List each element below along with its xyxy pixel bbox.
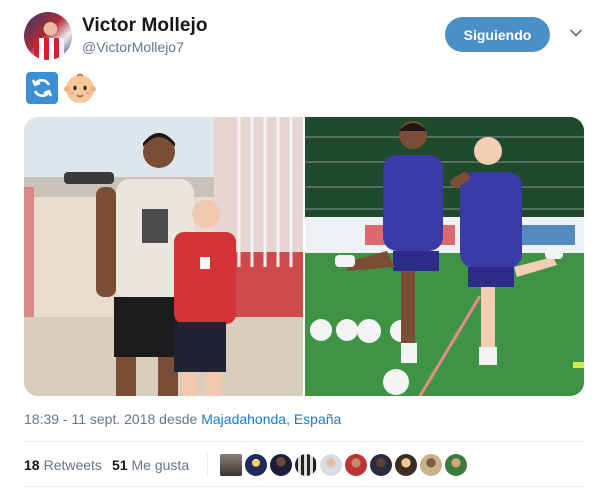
liker-avatar[interactable] bbox=[420, 454, 443, 476]
photo-boy-with-player[interactable] bbox=[24, 117, 303, 396]
liker-avatar[interactable] bbox=[220, 454, 243, 476]
tweet-header: Victor Mollejo @VictorMollejo7 Siguiendo bbox=[24, 12, 594, 62]
retweets-count: 18 bbox=[24, 457, 40, 473]
retweets-stat[interactable]: 18 Retweets bbox=[24, 457, 102, 473]
tweet-text bbox=[26, 72, 96, 106]
following-button[interactable]: Siguiendo bbox=[445, 17, 550, 52]
liker-avatar[interactable] bbox=[320, 454, 343, 476]
likes-stat[interactable]: 51 Me gusta bbox=[112, 457, 189, 473]
retweets-label: Retweets bbox=[43, 457, 102, 473]
refresh-emoji-icon bbox=[26, 72, 58, 104]
tweet-timestamp[interactable]: 18:39 - 11 sept. 2018 desde bbox=[24, 411, 197, 427]
author-avatar[interactable] bbox=[24, 12, 72, 60]
liker-avatar[interactable] bbox=[370, 454, 393, 476]
liker-avatar[interactable] bbox=[295, 454, 318, 476]
liker-avatar[interactable] bbox=[445, 454, 468, 476]
baby-emoji-icon bbox=[64, 72, 96, 104]
photo-training-stretch[interactable] bbox=[305, 117, 584, 396]
author-handle[interactable]: @VictorMollejo7 bbox=[82, 39, 184, 55]
stats-separator bbox=[207, 453, 209, 477]
likes-label: Me gusta bbox=[131, 457, 190, 473]
liker-avatar[interactable] bbox=[270, 454, 293, 476]
tweet-stats: 18 Retweets 51 Me gusta bbox=[24, 453, 468, 477]
liker-avatar[interactable] bbox=[245, 454, 268, 476]
tweet-location[interactable]: Majadahonda, España bbox=[201, 411, 341, 427]
author-name[interactable]: Victor Mollejo bbox=[82, 15, 208, 37]
tweet-meta: 18:39 - 11 sept. 2018 desde Majadahonda,… bbox=[24, 411, 341, 427]
liker-avatar[interactable] bbox=[345, 454, 368, 476]
liker-avatar[interactable] bbox=[395, 454, 418, 476]
tweet-media[interactable] bbox=[24, 117, 584, 396]
chevron-down-icon[interactable] bbox=[569, 26, 583, 40]
liker-avatars bbox=[220, 454, 468, 476]
likes-count: 51 bbox=[111, 457, 128, 473]
divider-top bbox=[24, 441, 584, 442]
divider-bottom bbox=[24, 486, 584, 487]
